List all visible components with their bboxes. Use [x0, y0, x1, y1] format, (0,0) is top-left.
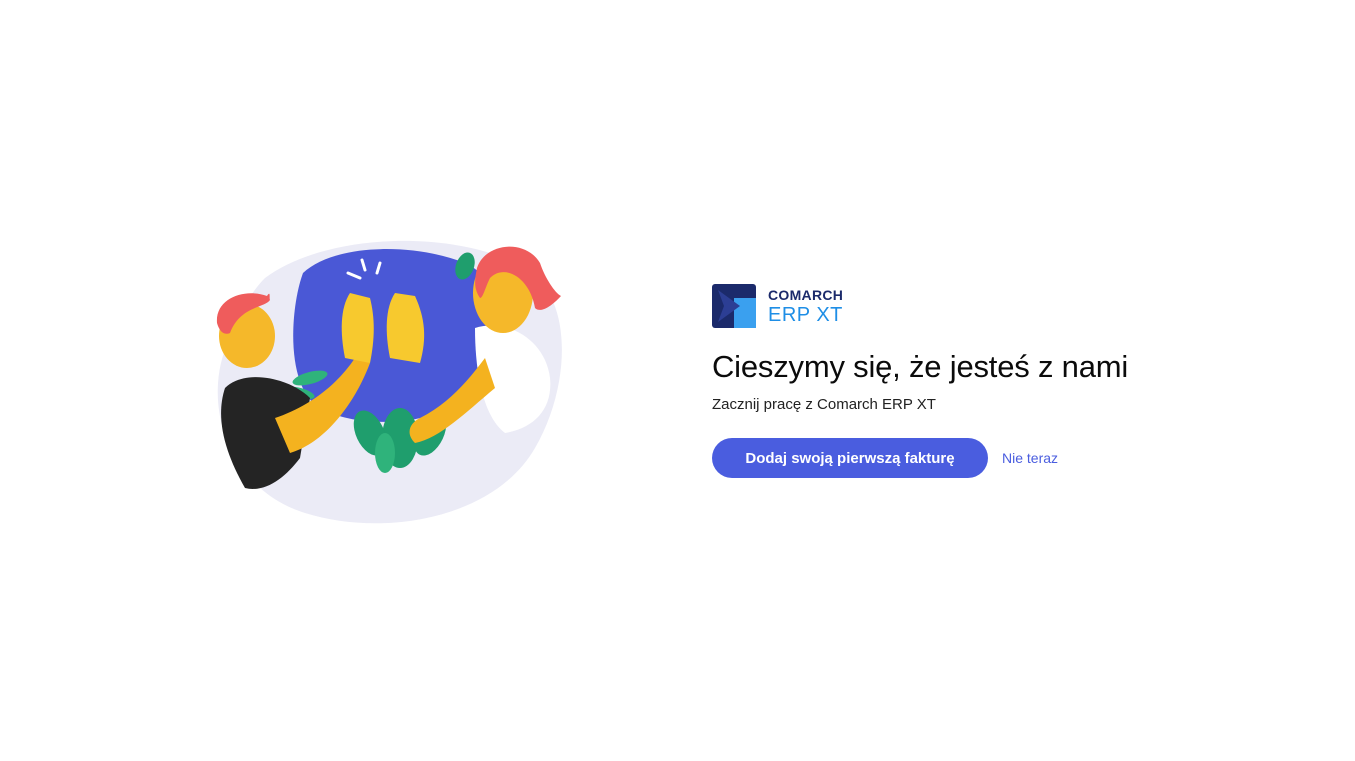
welcome-title: Cieszymy się, że jesteś z nami: [712, 349, 1129, 384]
brand-logo: COMARCH ERP XT: [712, 283, 1312, 329]
brand-product: ERP XT: [768, 303, 843, 326]
welcome-panel: COMARCH ERP XT Cieszymy się, że jesteś z…: [712, 283, 1312, 478]
add-first-invoice-button[interactable]: Dodaj swoją pierwszą fakturę: [712, 438, 988, 478]
welcome-subtitle: Zacznij pracę z Comarch ERP XT: [712, 396, 936, 413]
high-five-illustration: [205, 238, 570, 528]
brand-company: COMARCH: [768, 286, 844, 303]
comarch-logo-icon: [712, 284, 756, 328]
not-now-link[interactable]: Nie teraz: [1002, 450, 1058, 466]
welcome-actions: Dodaj swoją pierwszą fakturę Nie teraz: [712, 438, 1312, 478]
